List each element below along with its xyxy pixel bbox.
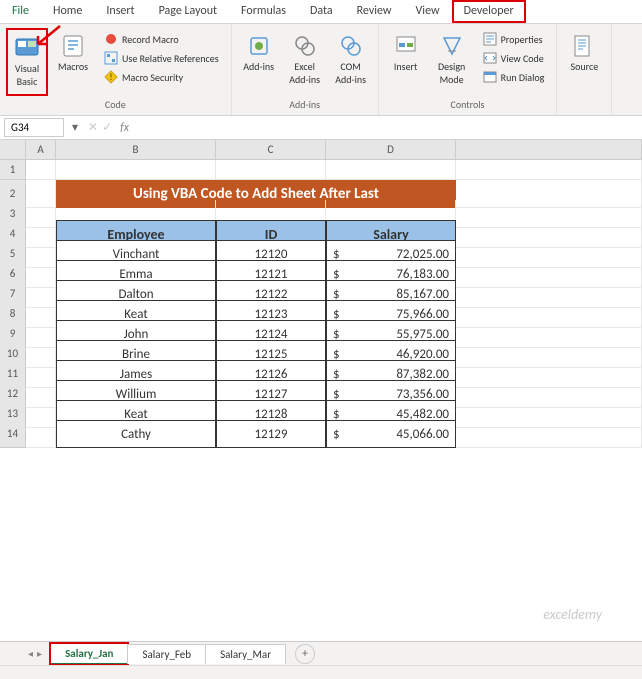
excel-addins-button[interactable]: Excel Add-ins bbox=[284, 28, 326, 96]
ribbon-tabs: File Home Insert Page Layout Formulas Da… bbox=[0, 0, 642, 24]
status-bar bbox=[0, 665, 642, 679]
tab-insert[interactable]: Insert bbox=[94, 0, 146, 23]
source-icon bbox=[570, 32, 598, 60]
design-mode-icon bbox=[438, 32, 466, 60]
tab-page-layout[interactable]: Page Layout bbox=[147, 0, 229, 23]
formula-input[interactable] bbox=[139, 119, 642, 136]
use-relative-button[interactable]: Use Relative References bbox=[100, 49, 223, 67]
row-header-1[interactable]: 1 bbox=[0, 160, 26, 180]
formula-bar: ▾ ✕ ✓ fx bbox=[0, 116, 642, 140]
row-header-14[interactable]: 14 bbox=[0, 420, 26, 448]
insert-control-icon bbox=[392, 32, 420, 60]
view-code-label: View Code bbox=[501, 52, 544, 65]
macro-security-icon: ! bbox=[104, 70, 118, 84]
sheet-nav-next[interactable]: ▸ bbox=[37, 647, 42, 660]
design-mode-label: Design Mode bbox=[433, 60, 471, 86]
tab-home[interactable]: Home bbox=[41, 0, 94, 23]
sheet-tab-salary-jan[interactable]: Salary_Jan bbox=[50, 643, 128, 665]
addins-button[interactable]: Add-ins bbox=[238, 28, 280, 96]
use-relative-icon bbox=[104, 51, 118, 65]
record-macro-label: Record Macro bbox=[122, 33, 179, 46]
tab-review[interactable]: Review bbox=[345, 0, 404, 23]
name-box-dropdown[interactable]: ▾ bbox=[68, 118, 82, 138]
record-macro-button[interactable]: Record Macro bbox=[100, 30, 223, 48]
view-code-button[interactable]: View Code bbox=[479, 49, 549, 67]
cell-E1[interactable] bbox=[456, 160, 642, 180]
code-group-label: Code bbox=[6, 96, 225, 113]
source-label: Source bbox=[571, 60, 599, 73]
group-controls: Insert Design Mode Properties View Code … bbox=[379, 24, 558, 115]
addins-group-label: Add-ins bbox=[238, 96, 372, 113]
watermark: exceldemy bbox=[543, 606, 602, 623]
insert-control-label: Insert bbox=[394, 60, 418, 73]
com-addins-label: COM Add-ins bbox=[332, 60, 370, 86]
view-code-icon bbox=[483, 51, 497, 65]
add-sheet-button[interactable]: + bbox=[295, 644, 315, 664]
properties-label: Properties bbox=[501, 33, 543, 46]
cell-B1[interactable] bbox=[56, 160, 216, 180]
com-addins-icon bbox=[337, 32, 365, 60]
sheet-tab-salary-feb[interactable]: Salary_Feb bbox=[127, 644, 206, 664]
cell-C1[interactable] bbox=[216, 160, 326, 180]
macro-security-button[interactable]: ! Macro Security bbox=[100, 68, 223, 86]
visual-basic-label: Visual Basic bbox=[10, 62, 44, 88]
run-dialog-icon bbox=[483, 70, 497, 84]
controls-group-label: Controls bbox=[385, 96, 551, 113]
tab-formulas[interactable]: Formulas bbox=[229, 0, 298, 23]
tab-data[interactable]: Data bbox=[298, 0, 345, 23]
macros-label: Macros bbox=[58, 60, 88, 73]
macros-icon bbox=[59, 32, 87, 60]
spreadsheet-grid: ABCD12Using VBA Code to Add Sheet After … bbox=[0, 140, 642, 440]
col-header-D[interactable]: D bbox=[326, 140, 456, 160]
enter-formula-icon[interactable]: ✓ bbox=[102, 120, 112, 135]
cell-D1[interactable] bbox=[326, 160, 456, 180]
group-xml: Source bbox=[557, 24, 612, 115]
macro-security-label: Macro Security bbox=[122, 71, 183, 84]
ribbon-content: Visual Basic Macros Record Macro Use Rel… bbox=[0, 24, 642, 116]
insert-control-button[interactable]: Insert bbox=[385, 28, 427, 96]
addins-icon bbox=[245, 32, 273, 60]
sheet-tab-bar: ◂ ▸ Salary_Jan Salary_Feb Salary_Mar + bbox=[0, 641, 642, 665]
run-dialog-button[interactable]: Run Dialog bbox=[479, 68, 549, 86]
source-button[interactable]: Source bbox=[563, 28, 605, 96]
use-relative-label: Use Relative References bbox=[122, 52, 219, 65]
select-all-corner[interactable] bbox=[0, 140, 26, 160]
cell-E14[interactable] bbox=[456, 420, 642, 448]
table-row-salary[interactable]: $45,066.00 bbox=[326, 420, 456, 448]
cancel-formula-icon[interactable]: ✕ bbox=[88, 120, 98, 135]
col-header-rest[interactable] bbox=[456, 140, 642, 160]
col-header-C[interactable]: C bbox=[216, 140, 326, 160]
col-header-B[interactable]: B bbox=[56, 140, 216, 160]
tab-file[interactable]: File bbox=[0, 0, 41, 23]
sheet-tab-salary-mar[interactable]: Salary_Mar bbox=[205, 644, 286, 664]
group-addins: Add-ins Excel Add-ins COM Add-ins Add-in… bbox=[232, 24, 379, 115]
svg-text:!: ! bbox=[110, 72, 113, 83]
table-row-employee[interactable]: Cathy bbox=[56, 420, 216, 448]
table-row-id[interactable]: 12129 bbox=[216, 420, 326, 448]
fx-button[interactable]: fx bbox=[116, 121, 133, 135]
excel-addins-icon bbox=[291, 32, 319, 60]
excel-addins-label: Excel Add-ins bbox=[286, 60, 324, 86]
record-macro-icon bbox=[104, 32, 118, 46]
properties-icon bbox=[483, 32, 497, 46]
cell-A14[interactable] bbox=[26, 420, 56, 448]
tab-view[interactable]: View bbox=[404, 0, 452, 23]
com-addins-button[interactable]: COM Add-ins bbox=[330, 28, 372, 96]
sheet-nav: ◂ ▸ bbox=[20, 647, 50, 660]
run-dialog-label: Run Dialog bbox=[501, 71, 545, 84]
name-box[interactable] bbox=[4, 118, 64, 137]
col-header-A[interactable]: A bbox=[26, 140, 56, 160]
properties-button[interactable]: Properties bbox=[479, 30, 549, 48]
sheet-nav-prev[interactable]: ◂ bbox=[28, 647, 33, 660]
design-mode-button[interactable]: Design Mode bbox=[431, 28, 473, 96]
addins-label: Add-ins bbox=[243, 60, 274, 73]
tab-developer[interactable]: Developer bbox=[452, 0, 526, 23]
cell-A1[interactable] bbox=[26, 160, 56, 180]
